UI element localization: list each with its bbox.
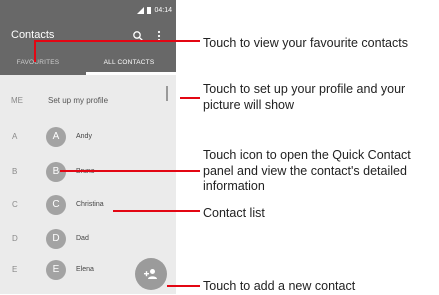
section-letter: E (12, 265, 18, 274)
scrollbar[interactable] (166, 86, 168, 101)
tab-indicator (86, 72, 176, 75)
tab-all-contacts[interactable]: ALL CONTACTS (86, 59, 172, 66)
status-time: 04:14 (154, 6, 172, 14)
callout-quick-contact: Touch icon to open the Quick Contact pan… (203, 148, 411, 193)
callout-line (180, 97, 200, 99)
callout-favourites: Touch to view your favourite contacts (203, 36, 408, 50)
callout-line (60, 170, 200, 172)
profile-label: ME (11, 96, 23, 105)
tab-favourites[interactable]: FAVOURITES (6, 59, 70, 66)
add-contact-button[interactable] (135, 258, 167, 290)
contact-row[interactable]: B B Bruno (0, 162, 176, 182)
profile-setup-text[interactable]: Set up my profile (48, 96, 108, 105)
contact-row[interactable]: C C Christina (0, 195, 176, 215)
callout-line (167, 285, 200, 287)
section-letter: D (12, 234, 18, 243)
callout-line (34, 40, 36, 62)
app-bar: 04:14 Contacts FAVOURITES ALL CONTACTS (0, 0, 176, 75)
contact-name: Andy (76, 133, 92, 140)
contact-name: Elena (76, 266, 94, 273)
callout-add-contact: Touch to add a new contact (203, 279, 356, 293)
contact-row[interactable]: D D Dad (0, 229, 176, 249)
signal-icon (137, 6, 145, 14)
callout-profile: Touch to set up your profile and your pi… (203, 82, 406, 112)
add-contact-icon (144, 269, 157, 279)
contact-avatar[interactable]: B (46, 162, 66, 182)
contact-name: Dad (76, 235, 89, 242)
contact-avatar[interactable]: A (46, 127, 66, 147)
phone-screen: 04:14 Contacts FAVOURITES ALL CONTACTS M… (0, 0, 176, 294)
contact-row[interactable]: A A Andy (0, 127, 176, 147)
battery-icon (147, 6, 152, 14)
status-bar: 04:14 (137, 4, 172, 16)
section-letter: B (12, 167, 18, 176)
contact-avatar[interactable]: D (46, 229, 66, 249)
section-letter: A (12, 132, 18, 141)
callout-line (34, 40, 200, 42)
section-letter: C (12, 200, 18, 209)
contact-avatar[interactable]: E (46, 260, 66, 280)
contact-name: Christina (76, 201, 104, 208)
callout-contact-list: Contact list (203, 206, 265, 220)
callout-line (113, 210, 200, 212)
contact-avatar[interactable]: C (46, 195, 66, 215)
